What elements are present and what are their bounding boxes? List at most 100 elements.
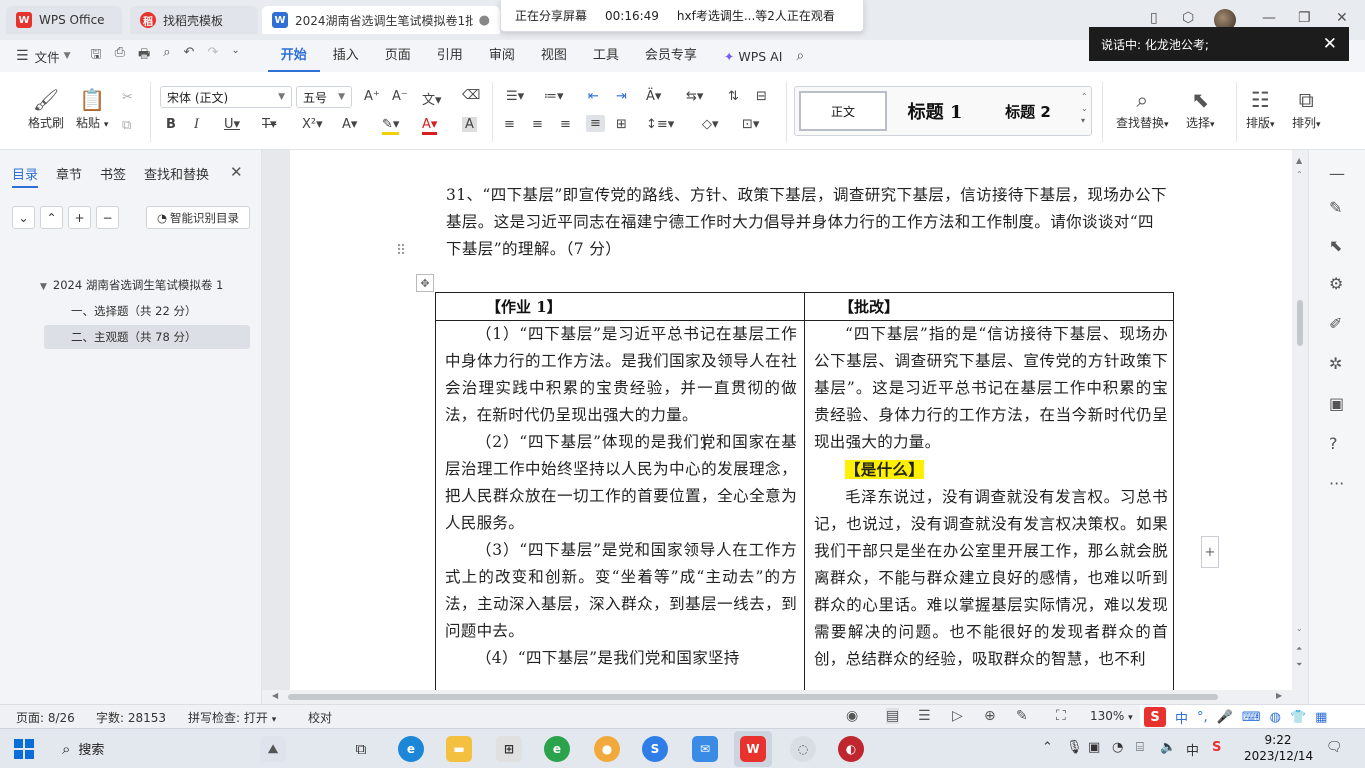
ime-language[interactable]: 中 (1175, 708, 1188, 727)
sogou-icon[interactable]: S (1144, 707, 1166, 727)
smart-toc-button[interactable]: ◔ 智能识别目录 (146, 206, 250, 229)
numbered-list-icon[interactable]: ≔▾ (544, 89, 564, 104)
chrome-icon[interactable]: ● (594, 736, 620, 762)
speaker-icon[interactable]: 🔈 (1160, 740, 1176, 755)
italic-icon[interactable]: I (194, 117, 199, 132)
answer-paragraph[interactable]: （4）“四下基层”是我们党和国家坚持 (445, 645, 797, 672)
microphone-icon[interactable]: 🎙 (1066, 740, 1083, 755)
toc-item[interactable]: ▼ 2024 湖南省选调生笔试模拟卷 1 (40, 277, 223, 293)
chevron-down-icon[interactable]: ▼ (64, 51, 71, 61)
app-icon[interactable]: ◌ (790, 736, 816, 762)
print-icon[interactable]: 🖶 (138, 45, 150, 67)
chevron-down-icon[interactable]: ⌄ (231, 45, 239, 67)
tray-lang[interactable]: 中 (1186, 740, 1199, 759)
browser-360-icon[interactable]: e (544, 736, 570, 762)
close-icon[interactable]: ✕ (1323, 34, 1337, 54)
style-heading-1[interactable]: 标题 1 (897, 91, 973, 131)
help-icon[interactable]: ? (1329, 434, 1338, 453)
tab-review[interactable]: 审阅 (476, 40, 528, 72)
network-icon[interactable]: ⌸ (1136, 740, 1144, 755)
notification-icon[interactable]: 🗨 (1326, 740, 1343, 755)
correction-paragraph[interactable]: 毛泽东说过，没有调查就没有发言权。习总书记，也说过，没有调查就没有发言权决策权。… (814, 484, 1168, 673)
adjust-icon[interactable]: ⚙ (1329, 274, 1343, 293)
nav-tab-toc[interactable]: 目录 (12, 164, 39, 188)
redo-icon[interactable]: ↷ (207, 45, 218, 67)
tab-view[interactable]: 视图 (528, 40, 580, 72)
nav-tab-bookmarks[interactable]: 书签 (100, 164, 126, 188)
collapse-up-button[interactable]: ⌃ (40, 206, 63, 229)
correction-paragraph[interactable]: “四下基层”指的是“信访接待下基层、现场办公下基层、调查研究下基层、宣传党的方针… (814, 321, 1168, 456)
cube-icon[interactable]: ⬡ (1182, 10, 1194, 26)
punctuation-icon[interactable]: °, (1197, 710, 1208, 725)
feishu-icon[interactable]: S (642, 736, 668, 762)
close-window-icon[interactable]: ✕ (1336, 10, 1348, 26)
tools-icon[interactable]: ✲ (1329, 354, 1342, 373)
ime-toolbar[interactable]: S 中 °, 🎤 ⌨ ◍ 👕 ▦ (1140, 705, 1365, 729)
align-left-icon[interactable]: ≡ (504, 117, 515, 132)
line-spacing-icon[interactable]: ↕≡▾ (646, 117, 674, 132)
document-page[interactable]: 31、“四下基层”即宣传党的路线、方针、政策下基层，调查研究下基层，信访接待下基… (290, 150, 1292, 690)
vertical-scrollbar[interactable]: ▲ ⌃ ⌄ ⏶ ⏷ (1292, 150, 1308, 690)
nav-tab-sections[interactable]: 章节 (56, 164, 82, 188)
tab-close-dot-icon[interactable]: ● (479, 13, 490, 28)
wps-writer-icon[interactable]: W (740, 736, 766, 762)
decrease-indent-icon[interactable]: ⇤ (588, 89, 599, 104)
tab-template[interactable]: 稻 找稻壳模板 (130, 6, 258, 34)
add-column-button[interactable]: + (1201, 536, 1219, 568)
justify-icon[interactable]: ≡ (586, 115, 605, 132)
zoom-level[interactable]: 130% ▾ (1090, 709, 1133, 723)
highlight-icon[interactable]: ✎▾ (382, 117, 400, 135)
arrange-button[interactable]: ⧉ 排列▾ (1292, 86, 1321, 131)
close-icon[interactable]: ✕ (230, 163, 243, 181)
file-explorer-icon[interactable]: ▬ (446, 736, 472, 762)
scroll-up-icon[interactable]: ▲ (1296, 156, 1302, 165)
add-heading-button[interactable]: + (68, 206, 91, 229)
shading-icon[interactable]: ◇▾ (702, 117, 719, 132)
horizontal-scrollbar[interactable]: ◀ ▶ (262, 690, 1292, 704)
sort-icon[interactable]: ⇅ (728, 89, 739, 104)
increase-indent-icon[interactable]: ⇥ (616, 89, 627, 104)
table-move-icon[interactable]: ✥ (416, 274, 434, 292)
underline-icon[interactable]: U▾ (224, 117, 240, 132)
mail-icon[interactable]: ✉ (692, 736, 718, 762)
tab-document[interactable]: W 2024湖南省选调生笔试模拟卷1批改 ● (262, 6, 500, 34)
answer-paragraph[interactable]: （1）“四下基层”是习近平总书记在基层工作中身体力行的工作方法。是我们国家及领导… (445, 321, 797, 429)
scroll-right-icon[interactable]: ▶ (1276, 691, 1282, 700)
remove-heading-button[interactable]: − (96, 206, 119, 229)
proofread-button[interactable]: 校对 (308, 709, 332, 726)
distribute-icon[interactable]: ⊞ (616, 117, 627, 132)
bullet-list-icon[interactable]: ☰▾ (506, 89, 524, 104)
menu-icon[interactable]: ☰ (16, 48, 29, 64)
char-shading-icon[interactable]: A (462, 117, 477, 132)
tab-wps-office[interactable]: W WPS Office (6, 6, 122, 34)
fit-page-icon[interactable]: ⛶ (1056, 708, 1066, 724)
copy-icon[interactable]: ⧉ (122, 118, 131, 133)
taskbar-search[interactable]: ⌕ 搜索 (62, 739, 104, 759)
font-name-select[interactable]: 宋体 (正文) ▼ (160, 86, 292, 108)
clock[interactable]: 9:22 2023/12/14 (1244, 732, 1313, 764)
word-count[interactable]: 字数: 28153 (96, 709, 166, 726)
pen-icon[interactable]: ✎ (1016, 708, 1028, 724)
share-viewers[interactable]: hxf考选调生...等2人正在观看 (677, 7, 835, 24)
style-body-text[interactable]: 正文 (799, 91, 887, 131)
layout-button[interactable]: ☷ 排版▾ (1246, 86, 1275, 131)
edge-icon[interactable]: e (398, 736, 424, 762)
find-replace-button[interactable]: ⌕ 查找替换▾ (1116, 86, 1169, 131)
toc-item[interactable]: 一、选择题（共 22 分） (71, 303, 196, 319)
tab-page[interactable]: 页面 (372, 40, 424, 72)
spell-check-toggle[interactable]: 拼写检查: 打开 ▾ (188, 709, 276, 726)
borders-icon[interactable]: ⊡▾ (742, 117, 759, 132)
answer-paragraph[interactable]: （3）“四下基层”是党和国家领导人在工作方式上的改变和创新。变“坐着等”成“主动… (445, 537, 797, 645)
book-icon[interactable]: ▣ (1329, 394, 1344, 413)
pointer-icon[interactable]: ⬉ (1329, 236, 1342, 255)
align-center-icon[interactable]: ≡ (532, 117, 543, 132)
windows-start-icon[interactable] (14, 739, 34, 759)
meeting-icon[interactable]: ◐ (838, 736, 864, 762)
align-right-icon[interactable]: ≡ (560, 117, 571, 132)
format-painter-button[interactable]: 🖌 格式刷 (28, 86, 64, 131)
web-view-icon[interactable]: ⊕ (984, 708, 996, 724)
font-color-icon[interactable]: A▾ (422, 117, 438, 135)
edit-doc-icon[interactable]: ✐ (1329, 314, 1342, 333)
phonetic-guide-icon[interactable]: 文▾ (422, 89, 442, 108)
gamepad-icon[interactable]: ◍ (1270, 710, 1281, 725)
